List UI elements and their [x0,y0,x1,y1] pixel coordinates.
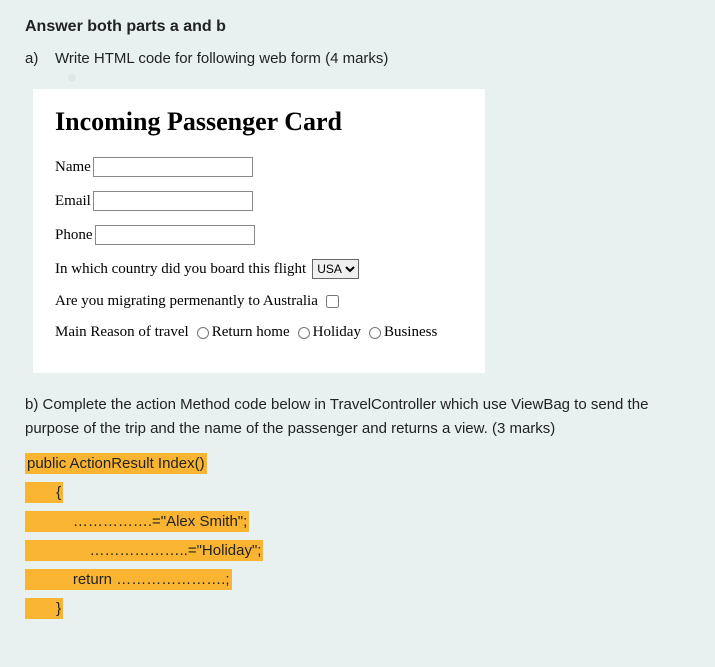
reason-option-return: Return home [197,324,290,341]
name-input[interactable] [93,157,253,177]
migrate-checkbox[interactable] [326,295,339,308]
country-question: In which country did you board this flig… [55,261,306,278]
radio-holiday[interactable] [298,327,310,339]
part-b-prompt: b) Complete the action Method code below… [25,393,690,441]
reason-row: Main Reason of travel Return home Holida… [55,324,463,341]
part-a-prompt: a) Write HTML code for following web for… [25,50,690,67]
radio-return-home[interactable] [197,327,209,339]
code-line-3: …………….="Alex Smith"; [25,511,249,532]
migrate-question: Are you migrating permenantly to Austral… [55,293,318,310]
code-block: public ActionResult Index() { …………….="Al… [25,453,690,627]
reason-option-holiday: Holiday [298,324,361,341]
part-a-label: a) [25,50,55,67]
code-line-2: { [25,482,63,503]
name-label: Name [55,159,91,176]
radio-business[interactable] [369,327,381,339]
bullet-dot: • [67,75,690,81]
email-row: Email [55,191,463,211]
country-row: In which country did you board this flig… [55,259,463,279]
question-heading: Answer both parts a and b [25,18,690,36]
reason-option-business: Business [369,324,437,341]
name-row: Name [55,157,463,177]
phone-label: Phone [55,227,93,244]
code-line-1: public ActionResult Index() [25,453,207,474]
reason-label: Main Reason of travel [55,324,189,341]
code-line-6: } [25,598,63,619]
phone-row: Phone [55,225,463,245]
email-label: Email [55,193,91,210]
code-line-4: ………………..="Holiday"; [25,540,263,561]
email-input[interactable] [93,191,253,211]
code-line-5: return ………………….; [25,569,232,590]
country-select[interactable]: USA [312,259,359,279]
radio-business-label: Business [384,324,437,341]
migrate-row: Are you migrating permenantly to Austral… [55,293,463,310]
form-title: Incoming Passenger Card [55,107,463,137]
radio-return-home-label: Return home [212,324,290,341]
passenger-form-card: Incoming Passenger Card Name Email Phone… [33,89,485,373]
phone-input[interactable] [95,225,255,245]
part-a-text: Write HTML code for following web form (… [55,50,388,67]
radio-holiday-label: Holiday [313,324,361,341]
